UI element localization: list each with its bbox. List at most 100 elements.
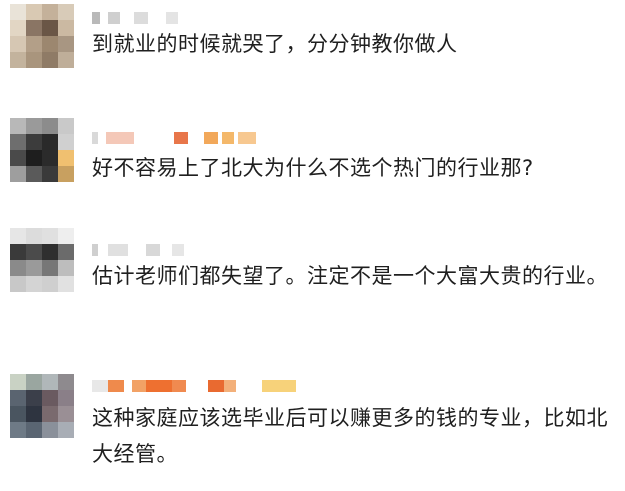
- avatar-pixel: [10, 406, 26, 422]
- username-pixel: [174, 132, 188, 144]
- avatar-pixel: [10, 20, 26, 36]
- username-pixel: [238, 132, 256, 144]
- avatar-pixel: [26, 276, 42, 292]
- avatar-pixel: [10, 374, 26, 390]
- avatar-pixel: [10, 36, 26, 52]
- avatar-pixel: [26, 374, 42, 390]
- avatar-pixel: [10, 52, 26, 68]
- avatar-pixel: [26, 118, 42, 134]
- avatar-pixel: [10, 422, 26, 438]
- avatar-pixel: [42, 118, 58, 134]
- avatar-pixel: [58, 166, 74, 182]
- avatar-pixel: [10, 276, 26, 292]
- avatar-pixel: [26, 260, 42, 276]
- avatar-pixel: [58, 244, 74, 260]
- username[interactable]: [92, 380, 296, 392]
- username-pixel: [172, 380, 186, 392]
- avatar-pixel: [42, 228, 58, 244]
- avatar-pixel: [10, 244, 26, 260]
- avatar[interactable]: [10, 374, 74, 438]
- avatar-pixel: [10, 390, 26, 406]
- avatar-pixel: [26, 406, 42, 422]
- avatar[interactable]: [10, 118, 74, 182]
- avatar-pixel: [42, 166, 58, 182]
- username-pixel: [236, 380, 262, 392]
- username-pixel: [204, 132, 218, 144]
- avatar-pixel: [26, 52, 42, 68]
- avatar-pixel: [26, 390, 42, 406]
- username-pixel: [132, 380, 146, 392]
- username-pixel: [92, 380, 108, 392]
- avatar-pixel: [58, 4, 74, 20]
- username-pixel: [92, 12, 100, 24]
- username-pixel: [262, 380, 296, 392]
- username[interactable]: [92, 12, 178, 24]
- avatar-pixel: [58, 134, 74, 150]
- username-pixel: [134, 12, 148, 24]
- avatar-pixel: [58, 150, 74, 166]
- avatar-pixel: [58, 36, 74, 52]
- avatar-pixel: [10, 260, 26, 276]
- avatar-pixel: [42, 134, 58, 150]
- avatar-pixel: [42, 422, 58, 438]
- username-pixel: [108, 380, 124, 392]
- avatar-pixel: [58, 406, 74, 422]
- avatar-pixel: [26, 166, 42, 182]
- avatar-pixel: [26, 36, 42, 52]
- avatar-pixel: [58, 260, 74, 276]
- username-pixel: [98, 132, 106, 144]
- avatar-pixel: [26, 4, 42, 20]
- avatar-pixel: [58, 422, 74, 438]
- username-pixel: [166, 12, 178, 24]
- username-pixel: [108, 244, 128, 256]
- username-pixel: [208, 380, 224, 392]
- avatar-pixel: [26, 20, 42, 36]
- avatar-pixel: [26, 134, 42, 150]
- username-pixel: [124, 380, 132, 392]
- avatar-pixel: [42, 390, 58, 406]
- username-pixel: [146, 244, 160, 256]
- avatar-pixel: [10, 150, 26, 166]
- username-pixel: [160, 244, 172, 256]
- avatar-pixel: [42, 260, 58, 276]
- avatar-pixel: [42, 20, 58, 36]
- username-pixel: [106, 132, 134, 144]
- avatar-pixel: [58, 52, 74, 68]
- comment-text: 好不容易上了北大为什么不选个热门的行业那?: [92, 156, 534, 180]
- avatar-pixel: [26, 422, 42, 438]
- avatar-pixel: [26, 244, 42, 260]
- username-pixel: [146, 380, 172, 392]
- comment-text: 估计老师们都失望了。注定不是一个大富大贵的行业。: [92, 264, 608, 288]
- avatar-pixel: [42, 36, 58, 52]
- avatar-pixel: [10, 118, 26, 134]
- comment-text: 这种家庭应该选毕业后可以赚更多的钱的专业，比如北大经管。: [92, 406, 608, 466]
- username-pixel: [172, 244, 184, 256]
- avatar-pixel: [10, 166, 26, 182]
- username-pixel: [98, 244, 108, 256]
- avatar[interactable]: [10, 228, 74, 292]
- avatar-pixel: [58, 228, 74, 244]
- avatar[interactable]: [10, 4, 74, 68]
- avatar-pixel: [42, 52, 58, 68]
- username-pixel: [100, 12, 108, 24]
- avatar-pixel: [42, 374, 58, 390]
- avatar-pixel: [26, 150, 42, 166]
- username-pixel: [120, 12, 134, 24]
- avatar-pixel: [10, 4, 26, 20]
- username-pixel: [222, 132, 234, 144]
- username-pixel: [108, 12, 120, 24]
- avatar-pixel: [42, 406, 58, 422]
- username[interactable]: [92, 244, 184, 256]
- avatar-pixel: [58, 20, 74, 36]
- avatar-pixel: [10, 228, 26, 244]
- avatar-pixel: [42, 276, 58, 292]
- avatar-pixel: [58, 390, 74, 406]
- avatar-pixel: [26, 228, 42, 244]
- avatar-pixel: [10, 134, 26, 150]
- username[interactable]: [92, 132, 256, 144]
- username-pixel: [188, 132, 204, 144]
- avatar-pixel: [42, 4, 58, 20]
- username-pixel: [128, 244, 146, 256]
- comment-text: 到就业的时候就哭了，分分钟教你做人: [92, 32, 458, 56]
- username-pixel: [134, 132, 174, 144]
